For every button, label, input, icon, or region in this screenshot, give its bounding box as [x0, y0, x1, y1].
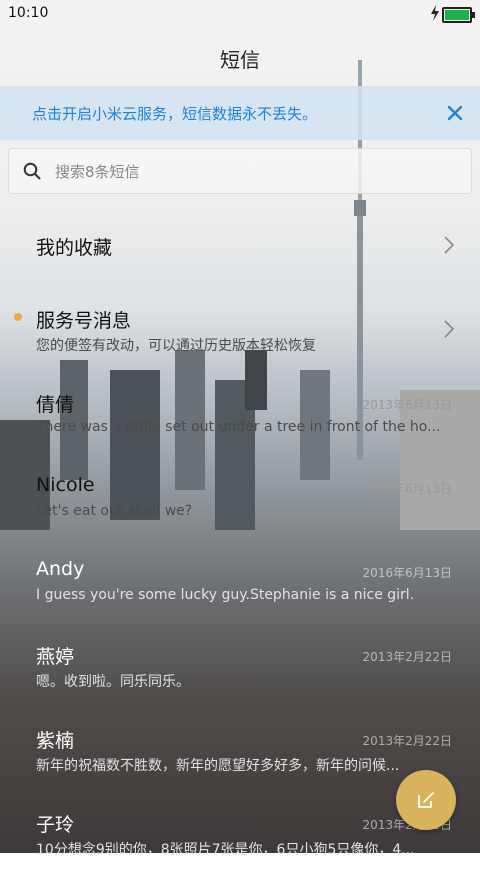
compose-icon	[418, 792, 434, 808]
message-preview: 嗯。收到啦。同乐同乐。	[36, 674, 190, 690]
unread-dot	[14, 313, 22, 321]
message-preview: I guess you're some lucky guy.Stephanie …	[36, 587, 415, 603]
banner-text[interactable]: 点击开启小米云服务，短信数据永不丢失。	[32, 103, 317, 124]
status-bar: 10:10	[0, 0, 480, 28]
service-label: 服务号消息	[36, 310, 132, 332]
message-preview: Let's eat out,shall we?	[36, 503, 193, 519]
status-time: 10:10	[8, 5, 49, 21]
battery-icon	[442, 7, 475, 23]
chevron-right-icon	[444, 236, 454, 254]
conversation-row[interactable]: Andy 2016年6月13日 I guess you're some luck…	[0, 538, 480, 622]
contact-name: 燕婷	[36, 646, 75, 668]
contact-name: 倩倩	[36, 394, 75, 416]
service-messages-row[interactable]: 服务号消息 您的便签有改动，可以通过历史版本轻松恢复	[0, 286, 480, 370]
message-date: 2016年6月13日	[362, 566, 452, 580]
contact-name: 紫楠	[36, 730, 75, 752]
message-preview: 新年的祝福数不胜数，新年的愿望好多好多，新年的问候...	[36, 758, 400, 774]
compose-button[interactable]	[396, 770, 456, 830]
service-preview: 您的便签有改动，可以通过历史版本轻松恢复	[36, 338, 316, 354]
message-preview: 10分想念9别的你，8张照片7张是你，6只小狗5只像你，4...	[36, 842, 415, 858]
contact-name: 子玲	[36, 814, 75, 836]
message-date: 2013年6月13日	[362, 398, 452, 412]
search-icon	[23, 162, 41, 180]
message-preview: There was a table set out under a tree i…	[36, 419, 441, 435]
chevron-right-icon	[444, 320, 454, 338]
conversation-row[interactable]: 倩倩 2013年6月13日 There was a table set out …	[0, 370, 480, 454]
cloud-service-banner[interactable]: 点击开启小米云服务，短信数据永不丢失。	[0, 86, 480, 140]
page-title: 短信	[220, 48, 260, 72]
message-date: 2013年2月22日	[362, 734, 452, 748]
favorites-row[interactable]: 我的收藏	[0, 202, 480, 286]
search-input[interactable]	[53, 159, 437, 185]
close-icon[interactable]	[444, 102, 466, 124]
contact-name: Nicole	[36, 474, 95, 496]
message-date: 2013年2月22日	[362, 650, 452, 664]
conversation-row[interactable]: 燕婷 2013年2月22日 嗯。收到啦。同乐同乐。	[0, 622, 480, 706]
conversation-row[interactable]: Nicole 2016年6月13日 Let's eat out,shall we…	[0, 454, 480, 538]
favorites-label: 我的收藏	[36, 237, 113, 259]
contact-name: Andy	[36, 558, 85, 580]
message-date: 2016年6月13日	[362, 482, 452, 496]
search-box[interactable]	[8, 148, 472, 194]
charging-icon	[431, 5, 439, 21]
